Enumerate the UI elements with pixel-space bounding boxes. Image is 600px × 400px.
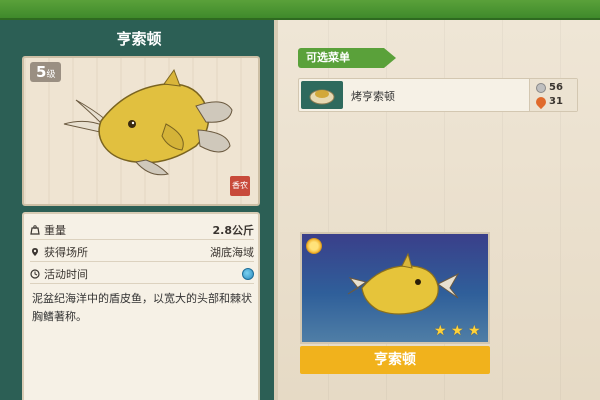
fish-info-box: 重量 2.8公斤 获得场所 湖底海域 活动时间 泥盆纪海洋中的盾皮鱼，以宽大的头…	[22, 212, 260, 400]
active-time-label: 活动时间	[44, 267, 88, 281]
active-time-row: 活动时间	[30, 264, 254, 284]
level-number: 5	[36, 63, 47, 81]
dish-thumbnail	[301, 81, 343, 109]
location-label: 获得场所	[44, 245, 88, 259]
dish-stats: 56 31	[529, 79, 577, 111]
weight-icon	[30, 224, 40, 235]
heat-value: 31	[549, 96, 563, 107]
top-banner	[0, 0, 600, 20]
rating-stars: ★ ★ ★	[434, 324, 482, 338]
flame-icon	[533, 94, 549, 109]
dish-name: 烤亨索顿	[351, 90, 395, 103]
fish-preview-sprite	[347, 252, 460, 315]
preview-name-button[interactable]: 亨索顿	[300, 346, 490, 374]
fish-name-title: 亨索顿	[116, 30, 162, 48]
star-icon: ★	[468, 323, 481, 339]
star-icon: ★	[434, 323, 447, 339]
coin-icon	[536, 82, 546, 93]
artist-seal: 香农	[230, 176, 250, 196]
fish-portrait: 5级 香农	[22, 56, 260, 206]
menu-item-roast-fish[interactable]: 烤亨索顿 56 31	[298, 78, 578, 112]
menu-tab-header: 可选菜单	[298, 48, 396, 68]
fish-illustration	[63, 68, 233, 176]
star-icon: ★	[451, 323, 464, 339]
weight-label: 重量	[44, 223, 66, 237]
fish-description: 泥盆纪海洋中的盾皮鱼，以宽大的头部和棘状胸鳍著称。	[32, 292, 252, 323]
heat-stat: 31	[533, 94, 563, 109]
location-row: 获得场所 湖底海域	[30, 242, 254, 262]
roast-fish-dish-icon	[309, 89, 335, 105]
weight-value: 2.8公斤	[212, 223, 255, 237]
coin-stat: 56	[536, 82, 563, 93]
fish-preview-card[interactable]: ★ ★ ★	[300, 232, 490, 344]
sun-icon	[306, 238, 322, 254]
weight-row: 重量 2.8公斤	[30, 220, 254, 240]
all-day-globe-icon	[242, 267, 254, 280]
location-pin-icon	[32, 247, 38, 256]
fish-detail-panel: 亨索顿 5级 香农 重量 2.8公斤 获得场所 湖底海域 活动时间 泥盆纪海洋中…	[0, 20, 278, 400]
coin-value: 56	[549, 82, 563, 93]
location-value: 湖底海域	[210, 245, 254, 259]
clock-icon	[30, 268, 40, 279]
